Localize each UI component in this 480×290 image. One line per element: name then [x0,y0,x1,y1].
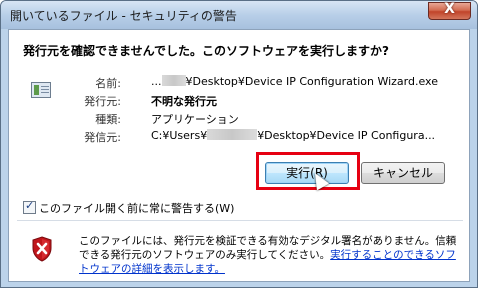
prop-publisher-label: 発行元: [84,95,121,108]
prop-name-value: ... ¥Desktop¥Device IP Configuration Wiza… [151,75,438,88]
security-warning-window: 開いているファイル - セキュリティの警告 X 発行元を確認できませんでした。こ… [0,0,478,288]
dialog-question: 発行元を確認できませんでした。このソフトウェアを実行しますか? [23,44,390,58]
close-icon: X [444,1,455,17]
always-ask-row[interactable]: ✓ このファイル開く前に常に警告する(W) [23,199,234,216]
always-ask-label[interactable]: このファイル開く前に常に警告する(W) [39,202,234,215]
prop-type-value: アプリケーション [151,113,239,126]
title-bar[interactable]: 開いているファイル - セキュリティの警告 X [1,1,477,29]
prop-name-label: 名前: [95,77,121,90]
dialog-body: 発行元を確認できませんでした。このソフトウェアを実行しますか? 名前: ... ¥… [8,29,470,282]
redacted-block [161,75,186,86]
divider [17,220,463,221]
redacted-block [207,129,258,140]
prop-from-label: 発信元: [84,131,121,144]
close-button[interactable]: X [428,1,471,20]
prop-from-value: C:¥Users¥ ¥Desktop¥Device IP Configura... [151,129,436,142]
always-ask-checkbox[interactable]: ✓ [23,199,36,214]
prop-type-label: 種類: [95,113,121,126]
highlight-box [256,152,360,190]
window-title: 開いているファイル - セキュリティの警告 [10,9,237,23]
shield-warning-icon [32,236,52,262]
file-icon [31,82,51,98]
security-notice: このファイルには、発行元を検証できる有効なデジタル署名がありません。信頼できる発… [79,234,464,276]
prop-publisher-value: 不明な発行元 [151,95,217,108]
checkmark-icon: ✓ [25,199,35,212]
cancel-button[interactable]: キャンセル [361,162,445,184]
